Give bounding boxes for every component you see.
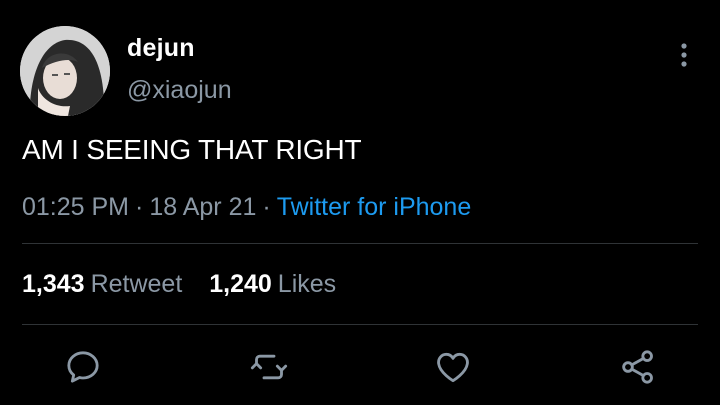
likes-stat[interactable]: 1,240 Likes	[209, 270, 336, 299]
meta-separator-2: ·	[262, 193, 271, 221]
user-handle[interactable]: @xiaojun	[127, 76, 232, 105]
retweet-icon[interactable]	[249, 347, 289, 387]
retweets-stat[interactable]: 1,343 Retweet	[22, 270, 182, 299]
tweet-stats: 1,343 Retweet 1,240 Likes	[22, 270, 356, 299]
tweet-time: 01:25 PM	[22, 193, 130, 221]
tweet-source-link[interactable]: Twitter for iPhone	[277, 193, 472, 221]
divider-bottom	[22, 324, 698, 325]
retweets-count: 1,343	[22, 270, 85, 298]
meta-separator: ·	[135, 193, 144, 221]
tweet-meta: 01:25 PM · 18 Apr 21 · Twitter for iPhone	[22, 193, 471, 222]
likes-label: Likes	[277, 270, 337, 298]
retweets-label: Retweet	[90, 270, 183, 298]
heart-icon[interactable]	[433, 347, 473, 387]
more-vertical-icon[interactable]	[672, 40, 696, 70]
share-icon[interactable]	[618, 347, 658, 387]
avatar[interactable]	[20, 26, 110, 116]
likes-count: 1,240	[209, 270, 272, 298]
avatar-image	[20, 26, 110, 116]
divider-top	[22, 243, 698, 244]
display-name[interactable]: dejun	[127, 34, 195, 63]
reply-icon[interactable]	[63, 347, 103, 387]
tweet-text: AM I SEEING THAT RIGHT	[22, 134, 362, 165]
tweet-date: 18 Apr 21	[149, 193, 257, 221]
